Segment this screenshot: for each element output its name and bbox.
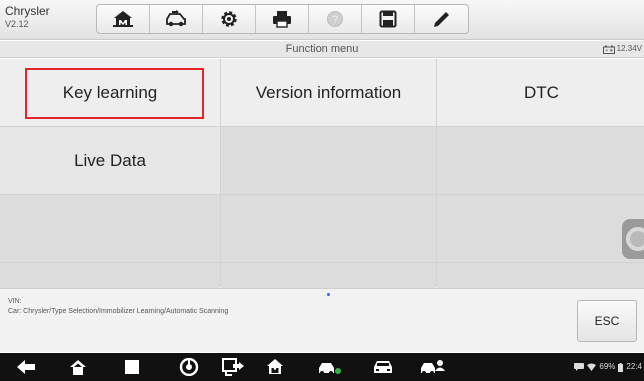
brand-name: Chrysler bbox=[5, 4, 50, 18]
floating-assist-button[interactable] bbox=[622, 219, 644, 259]
svg-text:?: ? bbox=[332, 14, 338, 26]
top-toolbar: Chrysler V2.12 ? bbox=[0, 0, 644, 40]
vehicle-brand: Chrysler V2.12 bbox=[5, 4, 51, 36]
status-bar: 69% 22:4 bbox=[574, 361, 642, 373]
message-icon bbox=[574, 363, 585, 371]
brand-version: V2.12 bbox=[5, 19, 29, 29]
toolbar-buttons: ? bbox=[96, 4, 469, 34]
battery-voltage: 12.34V bbox=[602, 43, 642, 55]
battery-percent: 69% bbox=[599, 362, 616, 371]
pen-icon bbox=[433, 12, 449, 27]
save-button[interactable] bbox=[362, 5, 415, 33]
menu-item-empty bbox=[437, 263, 644, 290]
page-title: Function menu bbox=[285, 43, 359, 55]
clock: 22:4 bbox=[626, 362, 642, 371]
car-path: Car: Chrysler/Type Selection/Immobilizer… bbox=[8, 308, 229, 315]
menu-item-empty bbox=[221, 263, 436, 290]
menu-item-empty bbox=[221, 127, 436, 194]
esc-button[interactable]: ESC bbox=[577, 300, 637, 342]
menu-item-empty bbox=[0, 195, 220, 262]
page-indicator-dot bbox=[327, 293, 330, 296]
menu-item-key-learning[interactable]: Key learning bbox=[0, 59, 220, 126]
menu-item-empty bbox=[437, 127, 644, 194]
battery-icon bbox=[618, 362, 624, 372]
home-button[interactable] bbox=[97, 5, 150, 33]
system-navigation-bar: 69% 22:4 bbox=[0, 353, 644, 381]
recent-apps-icon[interactable] bbox=[122, 358, 142, 376]
function-menu-header: Function menu 12.34V bbox=[0, 41, 644, 58]
menu-item-dtc[interactable]: DTC bbox=[437, 59, 644, 126]
menu-item-empty bbox=[0, 263, 220, 290]
car-battery-icon bbox=[602, 45, 615, 54]
settings-button[interactable] bbox=[203, 5, 256, 33]
back-icon[interactable] bbox=[16, 358, 36, 376]
menu-item-live-data[interactable]: Live Data bbox=[0, 127, 220, 194]
menu-item-version-information[interactable]: Version information bbox=[221, 59, 436, 126]
help-button[interactable]: ? bbox=[309, 5, 362, 33]
home-icon[interactable] bbox=[68, 358, 88, 376]
print-button[interactable] bbox=[256, 5, 309, 33]
home-icon bbox=[113, 11, 133, 27]
menu-item-empty bbox=[437, 195, 644, 262]
browser-icon[interactable] bbox=[179, 358, 199, 376]
wifi-icon bbox=[587, 363, 597, 371]
vehicle-info-bar: VIN: Car: Chrysler/Type Selection/Immobi… bbox=[0, 288, 644, 352]
car-icon[interactable] bbox=[372, 358, 394, 376]
voltage-value: 12.34V bbox=[616, 44, 642, 53]
vehicle-swap-icon bbox=[166, 10, 186, 27]
vehicle-user-icon[interactable] bbox=[420, 358, 446, 376]
assist-ring-icon bbox=[626, 227, 644, 251]
save-icon bbox=[379, 10, 397, 28]
vin-label: VIN: bbox=[8, 298, 22, 305]
menu-item-empty bbox=[221, 195, 436, 262]
help-icon: ? bbox=[327, 11, 343, 27]
vehicle-service-icon[interactable] bbox=[318, 358, 342, 376]
function-menu-grid: Key learning Version information DTC Liv… bbox=[0, 59, 644, 290]
settings-gear-icon bbox=[221, 11, 237, 27]
remote-control-icon[interactable] bbox=[222, 358, 248, 376]
pen-button[interactable] bbox=[415, 5, 468, 33]
diagnosis-home-icon[interactable] bbox=[265, 358, 285, 376]
vehicle-swap-button[interactable] bbox=[150, 5, 203, 33]
print-icon bbox=[273, 11, 291, 28]
